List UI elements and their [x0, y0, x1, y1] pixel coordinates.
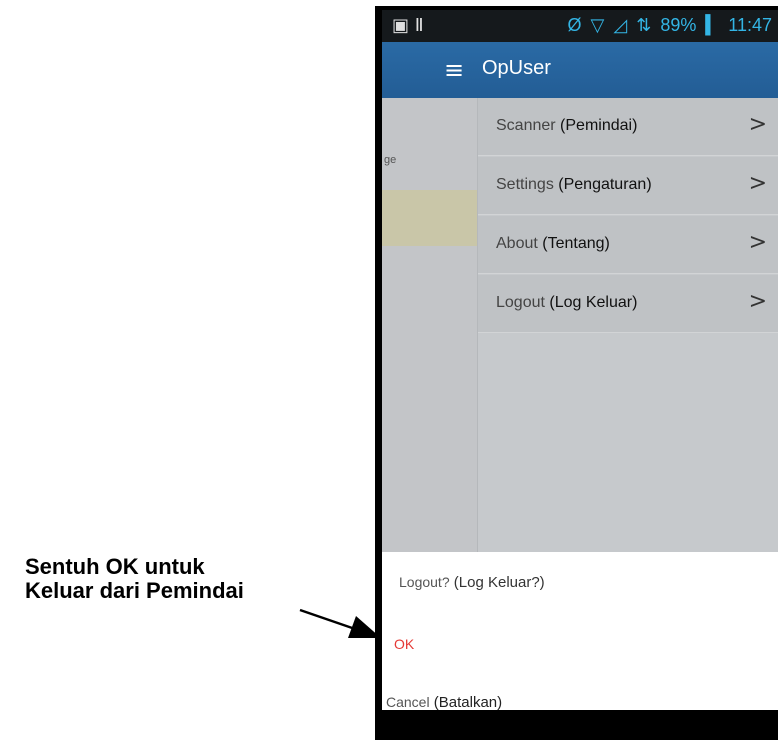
signal-icon: ◿: [613, 15, 628, 35]
instruction-callout: Sentuh OK untuk Keluar dari Pemindai: [25, 555, 244, 603]
app-bar: ≡ OpUser: [382, 42, 778, 98]
hamburger-menu-icon[interactable]: ≡: [444, 56, 464, 84]
drawer-item-about[interactable]: About (Tentang) >: [478, 216, 778, 274]
ok-button[interactable]: OK: [394, 636, 414, 652]
drawer-item-scanner[interactable]: Scanner (Pemindai) >: [478, 98, 778, 156]
chevron-right-icon: >: [748, 112, 767, 137]
chevron-right-icon: >: [748, 230, 767, 255]
drawer-item-label: About (Tentang): [496, 235, 610, 252]
logout-question: Logout? (Log Keluar?): [399, 574, 545, 591]
drawer-item-logout[interactable]: Logout (Log Keluar) >: [478, 275, 778, 333]
status-time: 11:47: [728, 15, 772, 35]
network-icon: ⇅: [636, 15, 652, 35]
battery-percent: 89%: [660, 15, 697, 35]
callout-line-2: Keluar dari Pemindai: [25, 578, 244, 603]
chevron-right-icon: >: [748, 171, 767, 196]
battery-icon: ▍: [705, 15, 720, 35]
phone-screen: ▣ Ⅱ Ø ▽ ◿ ⇅ 89% ▍ 11:47 ≡ OpUser ge Scan…: [382, 10, 778, 710]
background-highlight-band: [382, 190, 477, 246]
drawer-item-label: Scanner (Pemindai): [496, 117, 638, 134]
status-bar: ▣ Ⅱ Ø ▽ ◿ ⇅ 89% ▍ 11:47: [382, 10, 778, 42]
mute-icon: Ø: [567, 15, 582, 35]
app-title: OpUser: [482, 57, 551, 79]
chevron-right-icon: >: [748, 289, 767, 314]
drawer-item-label: Logout (Log Keluar): [496, 294, 638, 311]
cancel-button[interactable]: Cancel (Batalkan): [386, 694, 502, 710]
wifi-icon: ▽: [590, 15, 605, 35]
drawer-item-settings[interactable]: Settings (Pengaturan) >: [478, 157, 778, 215]
status-right: Ø ▽ ◿ ⇅ 89% ▍ 11:47: [564, 15, 772, 36]
drawer-item-label: Settings (Pengaturan): [496, 176, 652, 193]
logout-confirm-sheet: Logout? (Log Keluar?) OK Cancel (Batalka…: [382, 552, 778, 710]
callout-line-1: Sentuh OK untuk: [25, 554, 205, 579]
background-hint-text: ge: [384, 154, 397, 166]
notification-icons: ▣ Ⅱ: [392, 15, 424, 36]
